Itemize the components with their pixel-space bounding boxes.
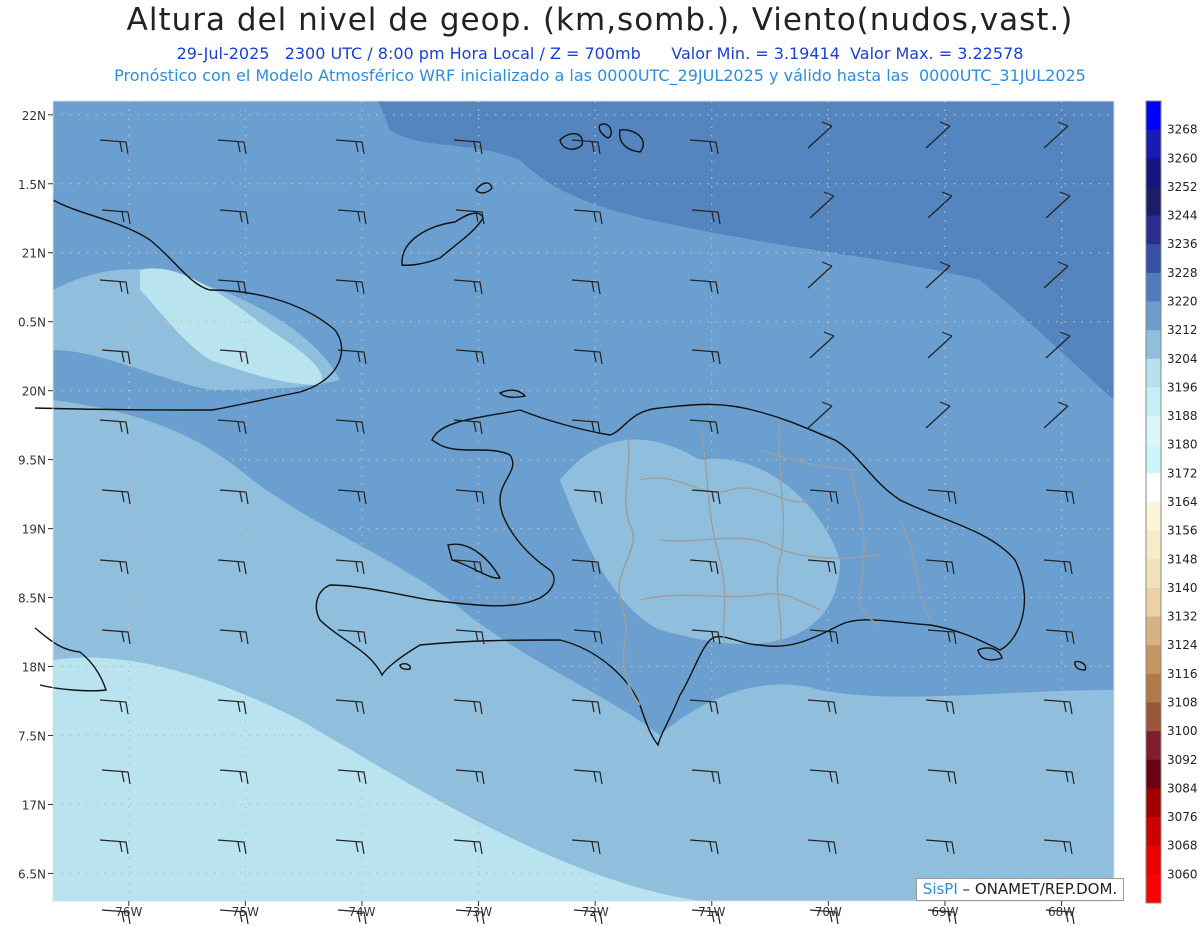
colorbar-segment: [1146, 587, 1161, 618]
colorbar-label: 3196: [1167, 380, 1198, 394]
lon-label: 70W: [815, 905, 842, 919]
colorbar-segment: [1146, 645, 1161, 675]
colorbar-label: 3148: [1167, 552, 1198, 566]
colorbar-segment: [1146, 759, 1161, 789]
lon-label: 72W: [582, 905, 609, 919]
colorbar-segment: [1146, 272, 1161, 302]
colorbar-label: 3268: [1167, 123, 1198, 137]
lat-label: 9.5N: [18, 454, 46, 468]
lat-label: 19N: [22, 523, 46, 537]
weather-map: 22N 1.5N 21N 0.5N 20N 9.5N 19N 8.5N 18N 7.5N 17N 6.…: [18, 100, 1198, 925]
colorbar-label: 3228: [1167, 266, 1198, 280]
colorbar-segment: [1146, 416, 1161, 446]
colorbar-segment: [1146, 702, 1161, 732]
colorbar-label: 3260: [1167, 151, 1198, 165]
credit-box: SisPI – ONAMET/REP.DOM.: [916, 878, 1124, 901]
lat-label: 20N: [22, 385, 46, 399]
colorbar-label: 3172: [1167, 466, 1198, 480]
colorbar-segment: [1146, 845, 1161, 875]
lat-label: 7.5N: [18, 729, 46, 743]
colorbar-segment: [1146, 358, 1161, 388]
lon-label: 74W: [348, 905, 375, 919]
colorbar-segment: [1146, 874, 1161, 904]
lat-label: 1.5N: [18, 178, 46, 192]
colorbar-segment: [1146, 444, 1161, 474]
colorbar-segment: [1146, 673, 1161, 703]
lat-label: 18N: [22, 661, 46, 675]
colorbar-label: 3100: [1167, 724, 1198, 738]
colorbar-segment: [1146, 788, 1161, 818]
lon-label: 68W: [1048, 905, 1075, 919]
colorbar-label: 3164: [1167, 495, 1198, 509]
lat-label: 8.5N: [18, 592, 46, 606]
colorbar-label: 3212: [1167, 323, 1198, 337]
colorbar-label: 3188: [1167, 409, 1198, 423]
colorbar-label: 3092: [1167, 753, 1198, 767]
colorbar-label: 3236: [1167, 237, 1198, 251]
colorbar-label: 3108: [1167, 696, 1198, 710]
colorbar-label: 3060: [1167, 867, 1198, 881]
lon-label: 75W: [232, 905, 259, 919]
shaded-field: [53, 101, 1114, 901]
colorbar-segment: [1146, 530, 1161, 560]
colorbar-label: 3132: [1167, 610, 1198, 624]
colorbar-segment: [1146, 616, 1161, 646]
colorbar-label: 3076: [1167, 810, 1198, 824]
colorbar-label: 3156: [1167, 524, 1198, 538]
lon-label: 76W: [115, 905, 142, 919]
lat-label: 17N: [22, 798, 46, 812]
credit-org: – ONAMET/REP.DOM.: [957, 880, 1118, 898]
lon-label: 69W: [931, 905, 958, 919]
colorbar-label: 3244: [1167, 209, 1198, 223]
colorbar-segment: [1146, 158, 1161, 188]
lon-label: 73W: [465, 905, 492, 919]
colorbar-label: 3204: [1167, 352, 1198, 366]
colorbar-segment: [1146, 129, 1161, 159]
colorbar-segment: [1146, 186, 1161, 217]
colorbar-label: 3140: [1167, 581, 1198, 595]
credit-brand: SisPI: [922, 880, 958, 898]
lat-label: 21N: [22, 247, 46, 261]
colorbar-label: 3084: [1167, 781, 1198, 795]
colorbar-segment: [1146, 101, 1161, 131]
colorbar-segment: [1146, 215, 1161, 245]
colorbar-label: 3252: [1167, 180, 1198, 194]
colorbar-segment: [1146, 731, 1161, 761]
colorbar-label: 3124: [1167, 638, 1198, 652]
colorbar-segment: [1146, 473, 1161, 503]
colorbar-segment: [1146, 559, 1161, 589]
lon-label: 71W: [698, 905, 725, 919]
colorbar-label: 3068: [1167, 839, 1198, 853]
colorbar-segment: [1146, 502, 1161, 532]
colorbar-segment: [1146, 301, 1161, 331]
colorbar-label: 3116: [1167, 667, 1198, 681]
colorbar-segment: [1146, 330, 1161, 360]
colorbar-segment: [1146, 244, 1161, 274]
lat-label: 6.5N: [18, 867, 46, 881]
lat-label: 22N: [22, 109, 46, 123]
lat-label: 0.5N: [18, 316, 46, 330]
colorbar-label: 3180: [1167, 438, 1198, 452]
colorbar-segment: [1146, 387, 1161, 417]
colorbar-segment: [1146, 817, 1161, 847]
colorbar-label: 3220: [1167, 295, 1198, 309]
